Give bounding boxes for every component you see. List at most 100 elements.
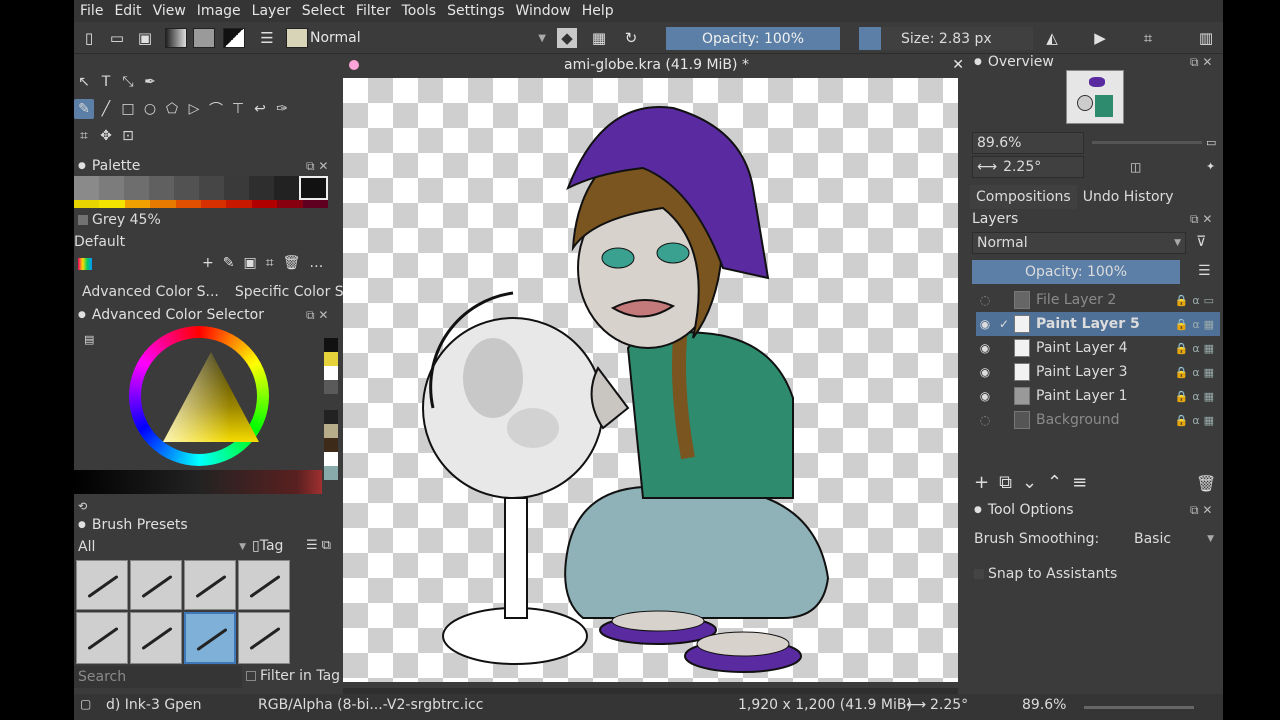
- brush-preset-tile[interactable]: [184, 560, 236, 610]
- brush-smoothing-select[interactable]: Basic ▼: [1130, 528, 1218, 550]
- overview-thumbnail[interactable]: [1066, 70, 1124, 124]
- menu-view[interactable]: View: [153, 3, 186, 19]
- brush-preset-tile[interactable]: [238, 560, 290, 610]
- layer-menu-icon[interactable]: ☰: [1198, 263, 1211, 279]
- zoom-slider[interactable]: [1092, 141, 1202, 144]
- line-tool-icon[interactable]: ╱: [96, 99, 116, 119]
- layer-blend-select[interactable]: Normal ▼: [972, 232, 1186, 254]
- ellipse-tool-icon[interactable]: ○: [140, 99, 160, 119]
- freehand-path-icon[interactable]: ⊤: [228, 99, 248, 119]
- value-slider[interactable]: [74, 470, 322, 494]
- layer-lock-icons[interactable]: 🔒α▦: [1175, 318, 1218, 331]
- save-icon[interactable]: ▣: [135, 28, 155, 48]
- filter-layers-icon[interactable]: ⊽: [1196, 234, 1206, 250]
- document-tab[interactable]: ami-globe.kra (41.9 MiB) * ✕: [343, 54, 970, 76]
- save-palette-icon[interactable]: ▣: [243, 255, 265, 271]
- new-document-icon[interactable]: ▯: [79, 28, 99, 48]
- eraser-icon[interactable]: ◆: [557, 28, 577, 48]
- delete-layer-icon[interactable]: 🗑: [1196, 474, 1216, 493]
- brush-preset-icon[interactable]: [286, 28, 308, 48]
- color-reset-icon[interactable]: ⟲: [78, 500, 87, 513]
- layer-properties-icon[interactable]: ≡: [1072, 472, 1097, 493]
- menu-tools[interactable]: Tools: [402, 3, 437, 19]
- brush-preset-tile[interactable]: [238, 612, 290, 664]
- reload-icon[interactable]: ↻: [621, 28, 641, 48]
- menu-layer[interactable]: Layer: [252, 3, 291, 19]
- palette-grid-icon[interactable]: [78, 258, 92, 270]
- color-history-swatch[interactable]: [324, 366, 338, 380]
- mirror-horizontal-icon[interactable]: ◭: [1042, 28, 1062, 48]
- more-icon[interactable]: …: [309, 255, 332, 271]
- status-zoom-slider[interactable]: [1084, 706, 1194, 709]
- palette-swatches-row1[interactable]: [74, 176, 328, 200]
- visibility-icon[interactable]: ◉: [976, 341, 994, 355]
- layer-lock-icons[interactable]: 🔒α▦: [1175, 342, 1218, 355]
- overview-float-close[interactable]: ⧉ ✕: [1190, 55, 1212, 70]
- brush-view-options[interactable]: ☰ ⧉: [306, 538, 331, 553]
- layer-row[interactable]: ◌ Background 🔒α▦: [976, 408, 1220, 432]
- add-color-icon[interactable]: +: [202, 255, 223, 271]
- palette-swatches-row2[interactable]: [74, 200, 329, 208]
- duplicate-layer-icon[interactable]: ⧉: [999, 472, 1022, 493]
- layer-lock-icons[interactable]: 🔒α▦: [1175, 366, 1218, 379]
- layer-row[interactable]: ◉ Paint Layer 1 🔒α▦: [976, 384, 1220, 408]
- pattern-swatch[interactable]: [193, 28, 215, 48]
- polygon-tool-icon[interactable]: ⬠: [162, 99, 182, 119]
- delete-color-icon[interactable]: 🗑: [283, 255, 310, 271]
- tool-options-float-close[interactable]: ⧉ ✕: [1190, 503, 1212, 518]
- color-history-swatch[interactable]: [324, 452, 338, 466]
- move-layer-up-icon[interactable]: ⌃: [1047, 472, 1072, 493]
- workspace-icon[interactable]: ▥: [1196, 28, 1216, 48]
- layer-lock-icons[interactable]: 🔒α▦: [1175, 414, 1218, 427]
- mirror-vertical-icon[interactable]: ▶: [1090, 28, 1110, 48]
- size-slider[interactable]: Size: 2.83 px: [859, 27, 1033, 50]
- color-selector-float-close[interactable]: ⧉ ✕: [306, 308, 328, 323]
- layers-float-close[interactable]: ⧉ ✕: [1190, 212, 1212, 227]
- tab-compositions[interactable]: Compositions: [970, 185, 1077, 209]
- drawing-canvas[interactable]: [343, 78, 958, 682]
- gradient-swatch[interactable]: [165, 28, 187, 48]
- menu-filter[interactable]: Filter: [356, 3, 391, 19]
- tag-button[interactable]: ▯Tag: [252, 538, 283, 554]
- color-settings-icon[interactable]: ▤: [84, 333, 94, 346]
- select-shapes-icon[interactable]: ↖: [74, 72, 94, 92]
- bezier-tool-icon[interactable]: ⌒: [206, 99, 226, 119]
- edit-shapes-icon[interactable]: ⤡: [118, 72, 138, 92]
- menu-settings[interactable]: Settings: [447, 3, 504, 19]
- visibility-icon[interactable]: ◉: [976, 317, 994, 331]
- menu-image[interactable]: Image: [197, 3, 241, 19]
- brush-search-input[interactable]: Search: [74, 666, 242, 688]
- layer-opacity-slider[interactable]: Opacity: 100%: [972, 260, 1180, 284]
- palette-grid-view-icon[interactable]: ⌗: [266, 255, 283, 271]
- filter-in-tag-checkbox[interactable]: Filter in Tag: [246, 668, 340, 684]
- add-layer-icon[interactable]: +: [974, 472, 999, 493]
- wrap-around-icon[interactable]: ⌗: [1138, 28, 1158, 48]
- polyline-tool-icon[interactable]: ▷: [184, 99, 204, 119]
- pin-icon[interactable]: ✦: [1206, 160, 1215, 173]
- open-document-icon[interactable]: ▭: [107, 28, 127, 48]
- brush-preset-tile[interactable]: [76, 560, 128, 610]
- menu-file[interactable]: File: [80, 3, 103, 19]
- color-history-swatch[interactable]: [324, 338, 338, 352]
- crop-tool-icon[interactable]: ⌗: [74, 126, 94, 146]
- multibrush-icon[interactable]: ✑: [272, 99, 292, 119]
- tab-advanced-color[interactable]: Advanced Color S...: [82, 284, 219, 306]
- layer-lock-icons[interactable]: 🔒α▭: [1175, 294, 1218, 307]
- move-tool-icon[interactable]: ✥: [96, 126, 116, 146]
- visibility-off-icon[interactable]: ◌: [976, 413, 994, 427]
- visibility-off-icon[interactable]: ◌: [976, 293, 994, 307]
- blend-mode-select[interactable]: Normal ▼: [310, 27, 548, 49]
- palette-name[interactable]: Default: [74, 234, 125, 250]
- transform-tool-icon[interactable]: ⊡: [118, 126, 138, 146]
- brush-filter-select[interactable]: All ▼: [76, 537, 248, 557]
- rectangle-tool-icon[interactable]: □: [118, 99, 138, 119]
- status-zoom[interactable]: 89.6%: [1022, 697, 1066, 713]
- menu-window[interactable]: Window: [516, 3, 571, 19]
- menu-edit[interactable]: Edit: [114, 3, 141, 19]
- brush-preset-tile[interactable]: [130, 612, 182, 664]
- layer-row[interactable]: ◌ File Layer 2 🔒α▭: [976, 288, 1220, 312]
- zoom-select[interactable]: 89.6%: [972, 132, 1084, 154]
- color-history-swatch[interactable]: [324, 380, 338, 394]
- color-history-swatch[interactable]: [324, 438, 338, 452]
- brush-preset-tile-selected[interactable]: [184, 612, 236, 664]
